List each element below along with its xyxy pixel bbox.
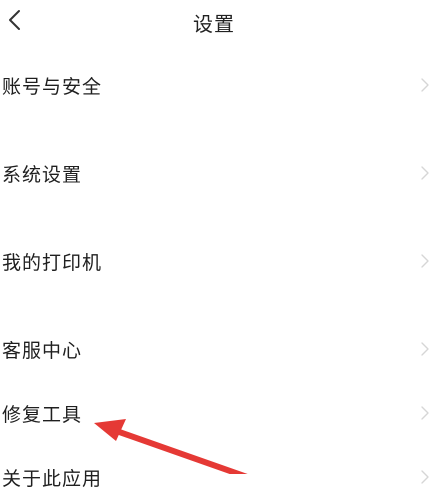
chevron-right-icon [421,470,429,484]
menu-item-label: 关于此应用 [2,468,103,490]
chevron-right-icon [421,406,429,420]
chevron-right-icon [421,166,429,180]
chevron-right-icon [421,254,429,268]
menu-item-my-printer[interactable]: 我的打印机 [0,238,434,284]
menu-item-label: 修复工具 [2,404,83,426]
menu-item-about-app[interactable]: 关于此应用 [0,454,434,500]
menu-item-customer-service[interactable]: 客服中心 [0,326,434,372]
chevron-right-icon [421,342,429,356]
menu-item-system-settings[interactable]: 系统设置 [0,150,434,196]
menu-item-account-security[interactable]: 账号与安全 [0,62,434,108]
menu-item-label: 账号与安全 [2,76,103,98]
menu-item-repair-tool[interactable]: 修复工具 [0,390,434,436]
menu-item-label: 我的打印机 [2,252,103,274]
settings-menu-list: 账号与安全 系统设置 我的打印机 客服中心 修复工具 关于此应用 [0,0,434,490]
chevron-right-icon [421,78,429,92]
menu-item-label: 系统设置 [2,164,83,186]
menu-item-label: 客服中心 [2,340,83,362]
